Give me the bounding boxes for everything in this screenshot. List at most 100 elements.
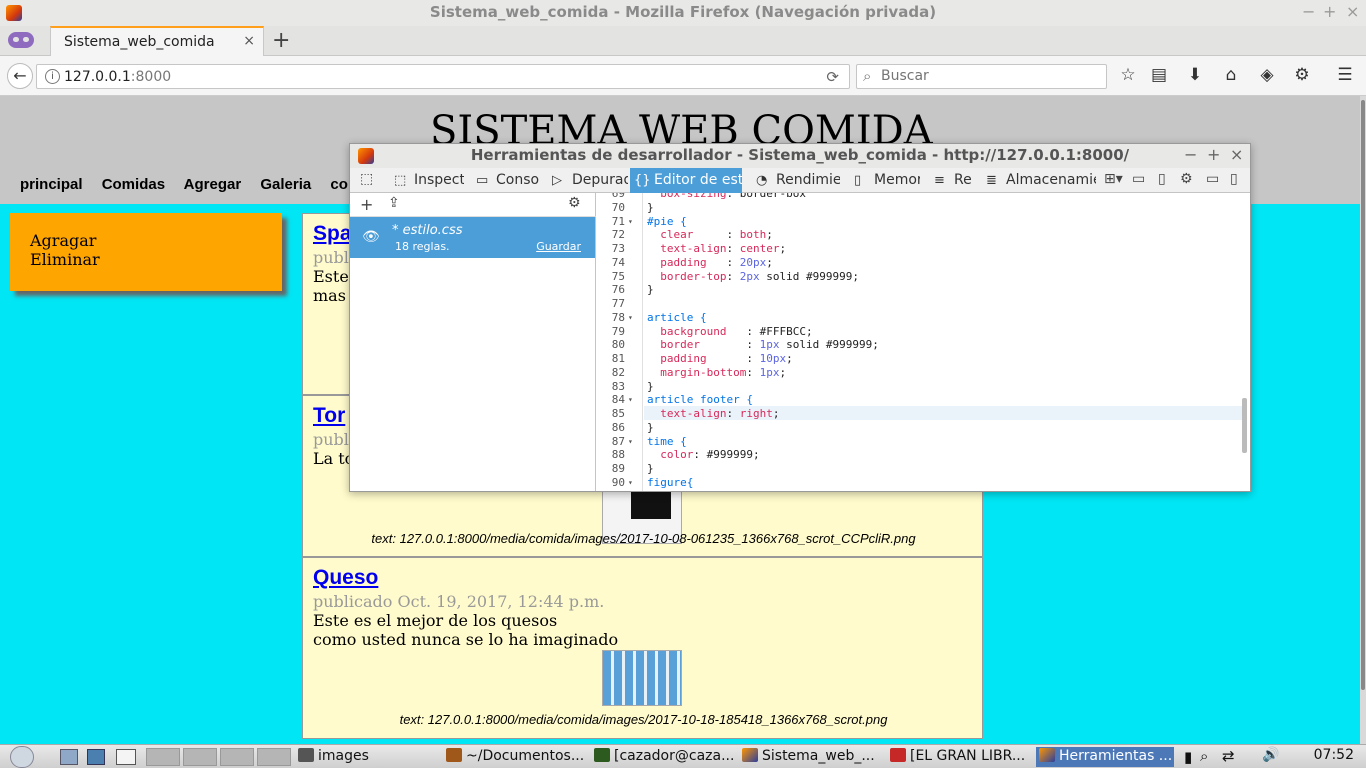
- stylesheet-item[interactable]: 👁 * estilo.css 18 reglas. Guardar: [350, 217, 595, 258]
- reload-icon[interactable]: ⟳: [826, 68, 839, 86]
- code-line[interactable]: background : #FFFBCC;: [647, 325, 812, 338]
- task-terminal[interactable]: [cazador@caza...: [594, 747, 736, 767]
- style-editor-icon: {}: [634, 173, 651, 188]
- bookmark-star-icon[interactable]: ☆: [1116, 65, 1140, 85]
- tab-inspector[interactable]: ⬚Inspector: [390, 168, 464, 193]
- battery-icon[interactable]: ▮: [1184, 748, 1192, 766]
- url-bar[interactable]: i 127.0.0.1:8000 ⟳: [36, 64, 850, 89]
- fold-icon[interactable]: ▾: [628, 395, 633, 404]
- devtools-maximize-button[interactable]: +: [1207, 144, 1220, 166]
- new-tab-button[interactable]: +: [272, 28, 290, 53]
- tab-network[interactable]: ≡Red: [930, 168, 972, 193]
- back-button[interactable]: ←: [7, 63, 33, 89]
- code-line[interactable]: text-align: right;: [647, 407, 779, 420]
- article-title[interactable]: Queso: [313, 566, 972, 590]
- save-link[interactable]: Guardar: [536, 240, 581, 253]
- split-console-icon[interactable]: ▭: [1132, 171, 1145, 187]
- code-line[interactable]: time {: [647, 435, 687, 448]
- code-line[interactable]: }: [647, 201, 654, 214]
- code-line[interactable]: padding : 10px;: [647, 352, 792, 365]
- code-line[interactable]: article footer {: [647, 393, 753, 406]
- search-icon[interactable]: ⌕: [1200, 747, 1208, 765]
- extension-icon[interactable]: ⚙: [1290, 65, 1314, 85]
- code-line[interactable]: padding : 20px;: [647, 256, 773, 269]
- menu-item-comidas[interactable]: Comidas: [102, 176, 165, 193]
- fold-icon[interactable]: ▾: [628, 437, 633, 446]
- aside-link-eliminar[interactable]: Eliminar: [30, 250, 262, 269]
- browser-tab[interactable]: Sistema_web_comida ×: [50, 26, 264, 56]
- pick-element-icon[interactable]: ⬚: [360, 171, 373, 187]
- home-icon[interactable]: ⌂: [1219, 65, 1243, 85]
- menu-item-agregar[interactable]: Agregar: [184, 176, 242, 193]
- files-launcher-icon[interactable]: [87, 749, 105, 765]
- new-stylesheet-icon[interactable]: +: [360, 195, 373, 214]
- start-menu-icon[interactable]: [10, 746, 34, 768]
- import-stylesheet-icon[interactable]: ⇪: [388, 195, 400, 211]
- reading-list-icon[interactable]: ▤: [1147, 65, 1171, 85]
- workspace-1[interactable]: [146, 748, 180, 766]
- search-input[interactable]: [881, 68, 1081, 84]
- maximize-button[interactable]: +: [1323, 0, 1336, 24]
- menu-item-more[interactable]: co: [330, 176, 348, 193]
- close-tab-icon[interactable]: ×: [243, 33, 255, 49]
- workspace-2[interactable]: [183, 748, 217, 766]
- frame-select-icon[interactable]: ⊞▾: [1104, 171, 1123, 187]
- site-info-icon[interactable]: i: [45, 69, 60, 84]
- code-line[interactable]: clear : both;: [647, 228, 773, 241]
- code-line[interactable]: color: #999999;: [647, 448, 759, 461]
- pocket-icon[interactable]: ◈: [1255, 65, 1279, 85]
- code-line[interactable]: figure{: [647, 476, 693, 489]
- code-line[interactable]: margin-bottom: 1px;: [647, 366, 786, 379]
- devtools-close-button[interactable]: ×: [1230, 144, 1243, 166]
- close-window-button[interactable]: ×: [1346, 0, 1359, 24]
- search-box[interactable]: ⌕: [856, 64, 1107, 89]
- minimize-button[interactable]: −: [1302, 0, 1315, 24]
- workspace-3[interactable]: [220, 748, 254, 766]
- tab-performance[interactable]: ◔Rendimiento: [752, 168, 840, 193]
- workspace-4[interactable]: [257, 748, 291, 766]
- menu-item-principal[interactable]: principal: [20, 176, 83, 193]
- url-text[interactable]: 127.0.0.1:8000: [64, 69, 171, 85]
- devtools-minimize-button[interactable]: −: [1184, 144, 1197, 166]
- options-icon[interactable]: ⚙: [568, 195, 581, 211]
- fold-icon[interactable]: ▾: [628, 217, 633, 226]
- window-launcher-icon[interactable]: [116, 749, 136, 765]
- tab-style-editor[interactable]: {}Editor de estilos: [630, 168, 742, 193]
- download-icon[interactable]: ⬇: [1183, 65, 1207, 85]
- volume-icon[interactable]: 🔊: [1262, 747, 1279, 763]
- code-line[interactable]: }: [647, 283, 654, 296]
- code-line[interactable]: text-align: center;: [647, 242, 786, 255]
- show-desktop-icon[interactable]: [60, 749, 78, 765]
- code-line[interactable]: }: [647, 380, 654, 393]
- task-firefox[interactable]: Sistema_web_...: [742, 747, 886, 767]
- fold-icon[interactable]: ▾: [628, 313, 633, 322]
- tab-console[interactable]: ▭Consola: [472, 168, 540, 193]
- responsive-mode-icon[interactable]: ▯: [1158, 171, 1166, 187]
- page-scrollbar[interactable]: [1360, 96, 1366, 744]
- network-icon[interactable]: ⇄: [1222, 747, 1235, 765]
- tab-storage[interactable]: ≣Almacenamiento: [982, 168, 1096, 193]
- tab-debugger[interactable]: ▷Depurador: [548, 168, 628, 193]
- dock-bottom-icon[interactable]: ▭: [1206, 171, 1219, 187]
- task-devtools[interactable]: Herramientas ...: [1036, 747, 1174, 767]
- eye-icon[interactable]: 👁: [362, 229, 380, 245]
- menu-item-galeria[interactable]: Galeria: [260, 176, 311, 193]
- aside-link-agregar[interactable]: Agragar: [30, 231, 262, 250]
- fold-icon[interactable]: ▾: [628, 478, 633, 487]
- code-line[interactable]: border : 1px solid #999999;: [647, 338, 879, 351]
- code-line[interactable]: border-top: 2px solid #999999;: [647, 270, 859, 283]
- code-line[interactable]: article {: [647, 311, 707, 324]
- task-images[interactable]: images: [298, 747, 438, 767]
- code-line[interactable]: }: [647, 462, 654, 475]
- code-line[interactable]: box-sizing: border-box: [647, 193, 806, 200]
- dock-side-icon[interactable]: ▯: [1230, 171, 1238, 187]
- tab-memory[interactable]: ▯Memoria: [850, 168, 920, 193]
- task-pdf[interactable]: [EL GRAN LIBR...: [890, 747, 1032, 767]
- editor-scrollbar[interactable]: [1242, 398, 1247, 453]
- code-line[interactable]: }: [647, 421, 654, 434]
- code-line[interactable]: #pie {: [647, 215, 687, 228]
- menu-icon[interactable]: ☰: [1333, 65, 1357, 85]
- settings-icon[interactable]: ⚙: [1180, 171, 1193, 187]
- code-editor[interactable]: 69 70 71 ▾ 72 73 74 75 76 77 78 ▾ 79 80 81 82 83 84 ▾ 85 86 8…: [597, 193, 1250, 491]
- task-documentos[interactable]: ~/Documentos...: [446, 747, 586, 767]
